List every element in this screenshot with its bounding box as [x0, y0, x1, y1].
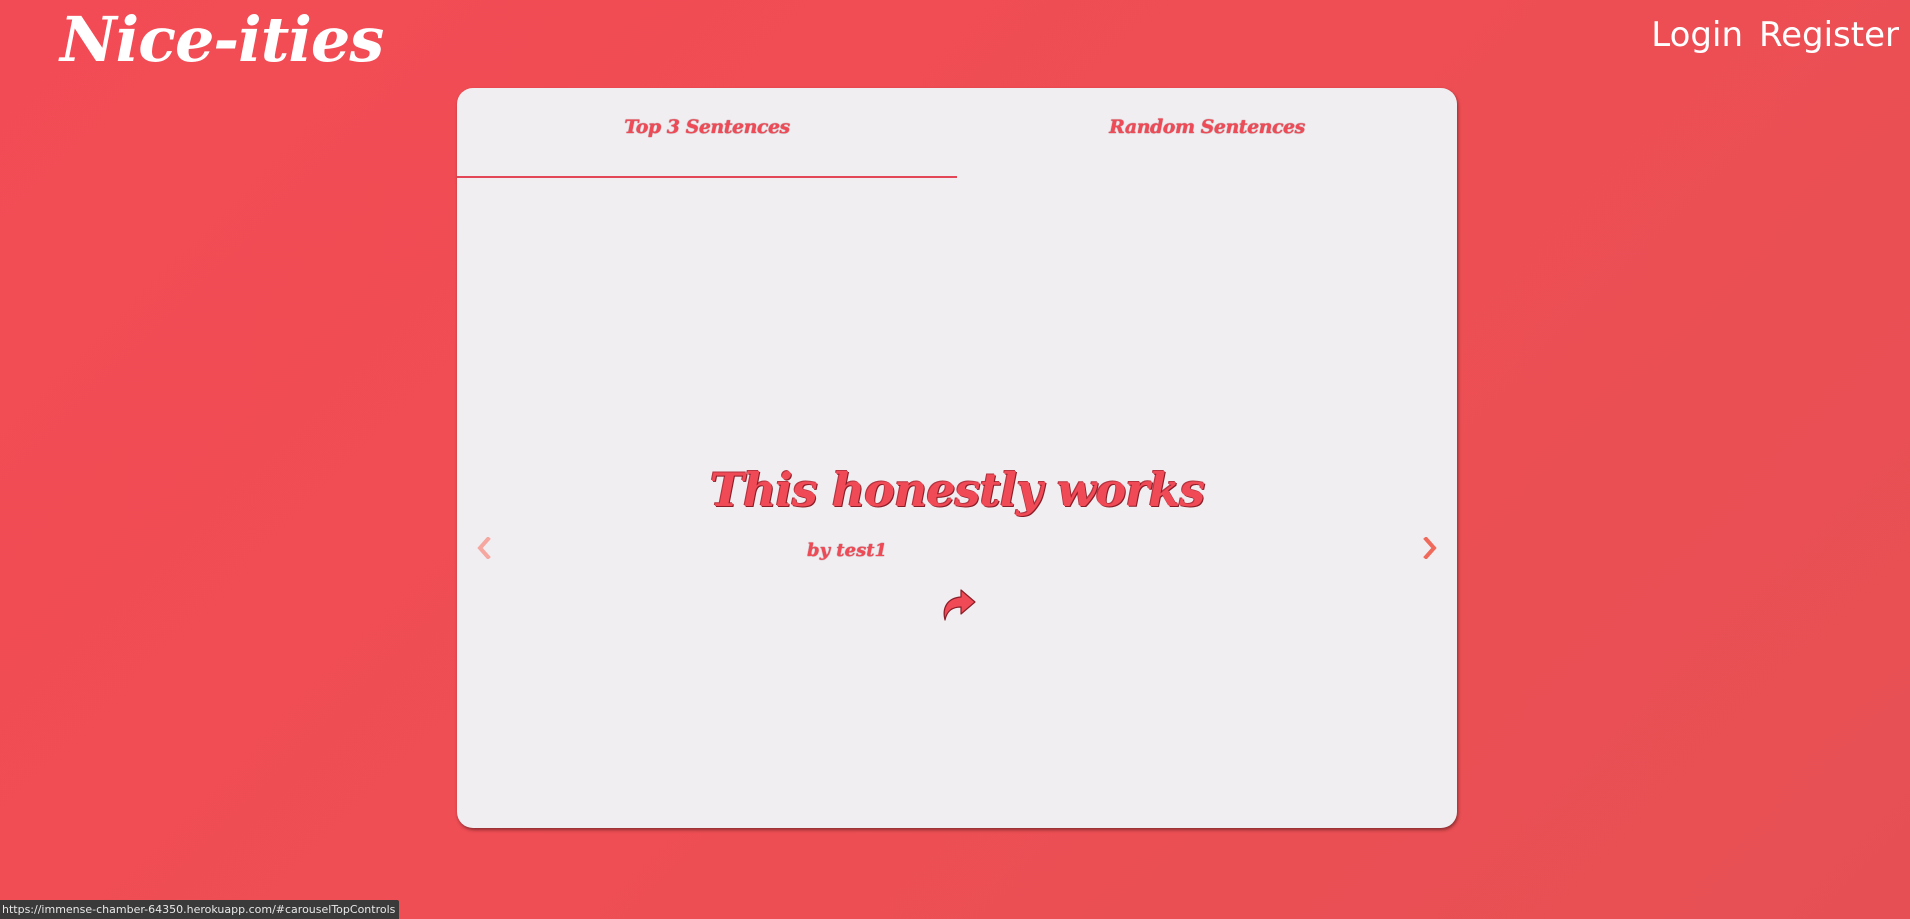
sentence-carousel: This honestly works by test1 [457, 178, 1457, 828]
login-link[interactable]: Login [1651, 12, 1743, 58]
chevron-right-icon [1423, 537, 1437, 559]
tab-top-3-sentences[interactable]: Top 3 Sentences [457, 88, 957, 178]
status-bar-url: https://immense-chamber-64350.herokuapp.… [0, 900, 400, 919]
slide-sentence: This honestly works [709, 463, 1206, 517]
slide-author: by test1 [807, 540, 888, 561]
share-arrow-icon [943, 589, 976, 621]
top-nav: Login Register [1651, 12, 1899, 58]
sentences-card: Top 3 Sentences Random Sentences This ho… [457, 88, 1457, 828]
share-button[interactable] [939, 588, 977, 622]
carousel-prev-button[interactable] [472, 533, 496, 563]
carousel-next-button[interactable] [1418, 533, 1442, 563]
tab-label: Random Sentences [1109, 116, 1305, 138]
register-link[interactable]: Register [1759, 12, 1899, 58]
tab-bar: Top 3 Sentences Random Sentences [457, 88, 1457, 178]
tab-label: Top 3 Sentences [624, 116, 790, 138]
tab-random-sentences[interactable]: Random Sentences [957, 88, 1457, 178]
brand-logo[interactable]: Nice-ities [60, 0, 384, 80]
chevron-left-icon [477, 537, 491, 559]
